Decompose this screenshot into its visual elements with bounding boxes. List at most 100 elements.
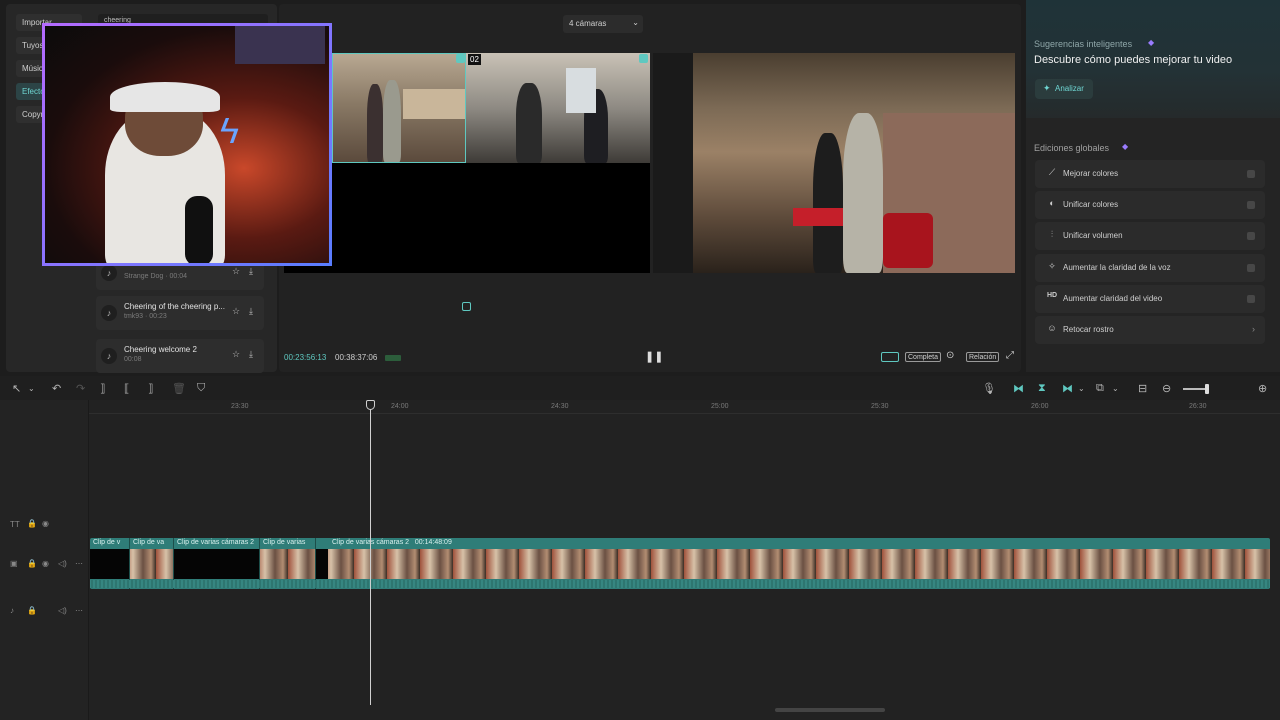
download-icon[interactable]: ⤓ — [249, 349, 253, 360]
multicam-icon[interactable] — [462, 302, 471, 311]
analyze-button[interactable]: ✦ Analizar — [1035, 79, 1093, 99]
fit-icon[interactable]: ⊟ — [1138, 382, 1147, 395]
toggle[interactable] — [1247, 201, 1255, 209]
zoom-out-icon[interactable]: ⊖ — [1162, 382, 1171, 395]
music-note-icon: ♪ — [101, 348, 117, 364]
favorite-icon[interactable]: ☆ — [232, 306, 240, 317]
toggle[interactable] — [1247, 264, 1255, 272]
pause-icon[interactable]: ❚❚ — [645, 350, 663, 363]
webcam-overlay: ϟ — [42, 23, 332, 266]
camera-2-view[interactable] — [466, 53, 650, 163]
track-meta: 00:08 — [124, 356, 142, 363]
global-edit-claridad-voz[interactable]: ✧ Aumentar la claridad de la voz — [1035, 254, 1265, 282]
ruler-tick: 25:30 — [871, 403, 889, 410]
global-edit-unificar-volumen[interactable]: ⫶ Unificar volumen — [1035, 222, 1265, 250]
download-icon[interactable]: ⤓ — [249, 266, 253, 277]
camera-label: 02 — [468, 54, 481, 65]
ai-sparkle-icon: ◆ — [1148, 38, 1155, 47]
snapshot-icon[interactable]: ⊙ — [946, 350, 954, 361]
track-title: Cheering of the cheering p... — [124, 302, 225, 311]
suggestions-title: Sugerencias inteligentes — [1034, 39, 1133, 49]
ruler-tick: 24:00 — [391, 403, 409, 410]
audio-waveform — [90, 580, 1270, 588]
speaker-icon[interactable]: ◁) — [58, 559, 67, 568]
download-icon[interactable]: ⤓ — [249, 306, 253, 317]
favorite-icon[interactable]: ☆ — [232, 349, 240, 360]
face-icon: ☺ — [1047, 323, 1057, 333]
select-tool-icon[interactable]: ↖ — [12, 382, 21, 395]
ruler-tick: 24:30 — [551, 403, 569, 410]
sparkle-icon: ✦ — [1043, 83, 1051, 93]
main-program-view — [653, 53, 1015, 273]
toggle[interactable] — [1247, 295, 1255, 303]
toggle[interactable] — [1247, 170, 1255, 178]
ratio-button[interactable]: Relación — [966, 352, 1000, 362]
zoom-in-icon[interactable]: ⊕ — [1258, 382, 1267, 395]
time-ruler[interactable] — [89, 400, 1280, 414]
video-editor-window: Importar Tuyos Música Efectos Copyright … — [0, 0, 1280, 720]
global-edit-retocar-rostro[interactable]: ☺ Retocar rostro › — [1035, 316, 1265, 344]
audio-track-icon: ♪ — [10, 606, 14, 615]
text-track-icon: TT — [10, 520, 20, 529]
track-meta: tmk93 · 00:23 — [124, 313, 167, 320]
chevron-down-icon[interactable]: ⌄ — [1078, 384, 1085, 393]
complete-button[interactable]: Completa — [905, 352, 941, 362]
snap-icon[interactable]: ⧓ — [1062, 382, 1073, 395]
track-title: Cheering welcome 2 — [124, 345, 197, 354]
global-edits-title: Ediciones globales — [1034, 143, 1110, 153]
fullscreen-icon[interactable]: ⤢ — [1006, 350, 1014, 361]
lock-icon[interactable]: 🔒 — [27, 606, 37, 615]
redo-icon[interactable]: ↷ — [76, 382, 85, 395]
playhead-handle[interactable] — [366, 400, 375, 410]
timeline-toolbar — [0, 376, 1280, 400]
ruler-tick: 26:00 — [1031, 403, 1049, 410]
video-track-icon: ▣ — [10, 559, 18, 568]
global-edit-mejorar-colores[interactable]: ⟋ Mejorar colores — [1035, 160, 1265, 188]
ruler-tick: 25:00 — [711, 403, 729, 410]
eye-icon[interactable]: ◉ — [42, 519, 49, 528]
lock-icon[interactable]: 🔒 — [27, 559, 37, 568]
global-edit-claridad-video[interactable]: HD Aumentar claridad del video — [1035, 285, 1265, 313]
list-item[interactable]: ♪ Cheering of the cheering p... tmk93 · … — [96, 296, 264, 330]
preview-axis-icon[interactable]: ⧉ — [1096, 382, 1104, 395]
favorite-icon[interactable]: ☆ — [232, 266, 240, 277]
trim-left-icon[interactable]: ⟦ — [124, 382, 129, 395]
lock-icon[interactable]: 🔒 — [27, 519, 37, 528]
split-icon[interactable]: ⟧ — [100, 382, 105, 395]
delete-icon[interactable]: 🗑 — [172, 382, 186, 395]
wand-icon: ⟋ — [1048, 167, 1056, 177]
ruler-tick: 26:30 — [1189, 403, 1207, 410]
track-meta: Strange Dog · 00:04 — [124, 273, 188, 280]
marker-icon[interactable]: ⛉ — [197, 382, 205, 395]
more-icon[interactable]: ⋯ — [75, 559, 83, 568]
speaker-icon[interactable]: ◁) — [58, 606, 67, 615]
camera-1-view[interactable] — [332, 53, 466, 163]
zoom-slider-handle[interactable] — [1205, 384, 1209, 394]
trim-right-icon[interactable]: ⟧ — [148, 382, 153, 395]
safe-zone-icon[interactable] — [881, 352, 899, 362]
chevron-down-icon[interactable]: ⌄ — [28, 384, 35, 393]
chevron-down-icon[interactable]: ⌄ — [1112, 384, 1119, 393]
magnet-icon[interactable]: ⧗ — [1038, 382, 1046, 395]
ruler-tick: 23:30 — [231, 403, 249, 410]
audio-cam-icon — [456, 54, 465, 63]
sliders-icon: ⫶ — [1050, 229, 1054, 239]
global-edit-unificar-colores[interactable]: ◐ Unificar colores — [1035, 191, 1265, 219]
hd-icon: HD — [1046, 292, 1058, 299]
eye-icon[interactable]: ◉ — [42, 559, 49, 568]
chevron-down-icon: ⌄ — [632, 18, 639, 27]
horizontal-scrollbar[interactable] — [775, 708, 885, 712]
more-icon[interactable]: ⋯ — [75, 606, 83, 615]
music-note-icon: ♪ — [101, 305, 117, 321]
audio-cam-icon — [639, 54, 648, 63]
list-item[interactable]: ♪ Cheering welcome 2 00:08 ☆ ⤓ — [96, 339, 264, 373]
link-icon[interactable]: ⧓ — [1013, 382, 1024, 395]
camera-count-select[interactable]: 4 cámaras ⌄ — [563, 15, 643, 33]
undo-icon[interactable]: ↶ — [52, 382, 61, 395]
palette-icon: ◐ — [1049, 198, 1055, 208]
toggle[interactable] — [1247, 232, 1255, 240]
ai-sparkle-icon: ◆ — [1122, 142, 1129, 151]
playhead[interactable] — [370, 405, 371, 705]
microphone-icon[interactable]: 🎙 — [982, 382, 996, 395]
level-meter-icon — [385, 355, 401, 361]
